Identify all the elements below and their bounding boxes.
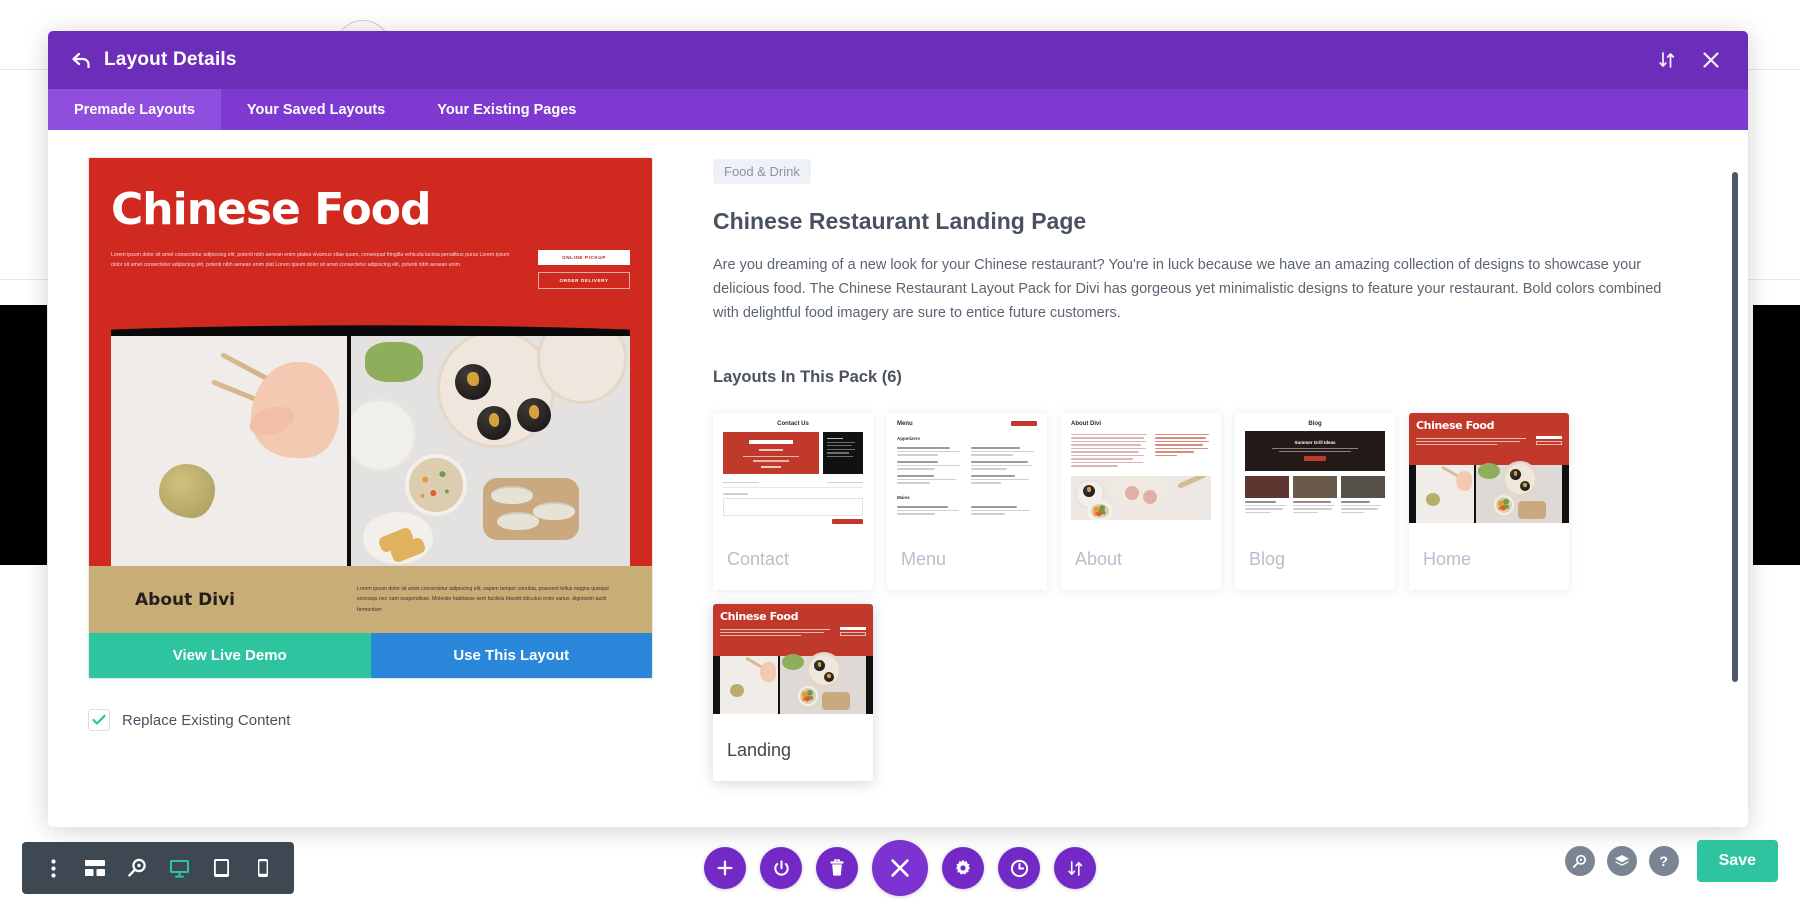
search-icon[interactable]	[1564, 846, 1595, 876]
use-this-layout-button[interactable]: Use This Layout	[370, 633, 652, 679]
preview-hero-title: Chinese Food	[111, 184, 431, 235]
preview-hero-paragraph: Lorem ipsum dolor sit amet consectetur a…	[111, 252, 510, 268]
layout-card-blog[interactable]: Blog Summer Grill Ideas Blog	[1235, 412, 1395, 590]
preview-photo-row	[89, 336, 652, 566]
history-icon[interactable]	[998, 847, 1040, 889]
utility-toolbar: ? Save	[1564, 840, 1778, 882]
thumb-title-landing: Chinese Food	[720, 609, 799, 623]
pack-title: Chinese Restaurant Landing Page	[713, 208, 1087, 234]
background-block-left	[0, 305, 47, 565]
sort-updown-icon[interactable]	[1652, 45, 1682, 75]
category-badge[interactable]: Food & Drink	[713, 159, 811, 184]
back-arrow-icon[interactable]	[70, 49, 92, 71]
more-options-icon[interactable]	[32, 842, 74, 894]
sort-icon[interactable]	[1054, 847, 1096, 889]
thumb-blog-hero-title: Summer Grill Ideas	[1294, 440, 1336, 446]
tab-your-saved-layouts[interactable]: Your Saved Layouts	[221, 89, 411, 130]
layout-preview-column: Chinese Food Lorem ipsum dolor sit amet …	[48, 157, 675, 827]
layout-thumb-landing: Chinese Food	[713, 603, 873, 726]
layout-thumb-blog: Blog Summer Grill Ideas	[1235, 412, 1395, 535]
background-block-right	[1753, 305, 1800, 565]
trash-icon[interactable]	[816, 847, 858, 889]
phone-icon[interactable]	[242, 842, 284, 894]
thumb-title-menu: Menu	[897, 420, 913, 427]
thumb-title-about: About Divi	[1071, 420, 1101, 427]
layout-name-menu: Menu	[901, 548, 947, 569]
preview-hero: Chinese Food Lorem ipsum dolor sit amet …	[89, 158, 652, 336]
replace-existing-content-label: Replace Existing Content	[122, 711, 291, 729]
layout-card-menu[interactable]: Menu Appetizers Mains Menu	[887, 412, 1047, 590]
pack-description: Are you dreaming of a new look for your …	[713, 257, 1662, 321]
preview-about-section: About Divi Lorem ipsum dolor sit amet co…	[89, 566, 652, 634]
layout-card-home[interactable]: Chinese Food Home	[1409, 412, 1569, 590]
preview-action-buttons: View Live Demo Use This Layout	[89, 633, 652, 679]
layout-card-contact[interactable]: Contact Us Contact	[713, 412, 873, 590]
check-icon	[92, 714, 106, 725]
thumb-title-contact: Contact Us	[777, 420, 809, 427]
desktop-icon[interactable]	[158, 842, 200, 894]
preview-brush-stroke	[111, 310, 630, 336]
save-button[interactable]: Save	[1696, 840, 1778, 882]
replace-existing-content-row[interactable]: Replace Existing Content	[88, 709, 653, 732]
layout-thumb-about: About Divi	[1061, 412, 1221, 535]
replace-existing-content-checkbox[interactable]	[88, 709, 110, 732]
layout-thumb-contact: Contact Us	[713, 412, 873, 535]
view-live-demo-button[interactable]: View Live Demo	[89, 633, 371, 679]
layout-details-column: Food & Drink Chinese Restaurant Landing …	[675, 157, 1748, 827]
modal-header: Layout Details	[48, 31, 1748, 89]
help-icon[interactable]: ?	[1648, 846, 1679, 876]
close-icon[interactable]	[872, 840, 928, 896]
thumb-menu-section-1: Appetizers	[897, 435, 921, 441]
preview-about-paragraph: Lorem ipsum dolor sit amet consectetur a…	[357, 586, 610, 613]
layout-card-landing[interactable]: Chinese Food Landing	[713, 603, 873, 781]
close-x-icon[interactable]	[1696, 45, 1726, 75]
layout-thumb-home: Chinese Food	[1409, 412, 1569, 535]
thumb-title-blog: Blog	[1308, 420, 1322, 427]
preview-order-delivery-button[interactable]: ORDER DELIVERY	[538, 272, 630, 289]
modal-title: Layout Details	[104, 49, 237, 70]
preview-photo-table-spread	[351, 336, 630, 566]
zoom-icon[interactable]	[116, 842, 158, 894]
layout-name-contact: Contact	[727, 548, 790, 569]
tab-your-existing-pages[interactable]: Your Existing Pages	[411, 89, 602, 130]
layout-name-about: About	[1075, 548, 1123, 569]
modal-tab-bar: Premade Layouts Your Saved Layouts Your …	[48, 89, 1748, 130]
modal-scrollbar[interactable]	[1732, 172, 1738, 682]
pack-list-heading: Layouts In This Pack (6)	[713, 367, 902, 386]
layout-card-about[interactable]: About Divi About	[1061, 412, 1221, 590]
preview-about-title: About Divi	[135, 589, 235, 610]
layout-name-blog: Blog	[1249, 548, 1286, 569]
wireframe-icon[interactable]	[74, 842, 116, 894]
view-mode-toolbar	[22, 842, 294, 894]
preview-photo-chopsticks	[111, 336, 347, 566]
preview-online-pickup-button[interactable]: ONLINE PICKUP	[538, 250, 630, 265]
thumb-title-home: Chinese Food	[1416, 418, 1495, 432]
layers-icon[interactable]	[1606, 846, 1637, 876]
layout-thumb-menu: Menu Appetizers Mains	[887, 412, 1047, 535]
layout-name-landing: Landing	[727, 739, 792, 760]
layout-details-modal: Layout Details Premade Layouts Your Save…	[48, 31, 1748, 827]
tab-premade-layouts[interactable]: Premade Layouts	[48, 89, 221, 130]
bottom-toolbar-area: ? Save	[0, 826, 1800, 922]
layout-name-home: Home	[1423, 548, 1472, 569]
power-icon[interactable]	[760, 847, 802, 889]
gear-icon[interactable]	[942, 847, 984, 889]
thumb-menu-section-2: Mains	[897, 494, 910, 500]
add-icon[interactable]	[704, 847, 746, 889]
tablet-icon[interactable]	[200, 842, 242, 894]
modal-body: Chinese Food Lorem ipsum dolor sit amet …	[48, 130, 1748, 827]
preview-hero-buttons: ONLINE PICKUP ORDER DELIVERY	[538, 248, 630, 296]
layout-grid: Contact Us Contact Menu Appetizers Mains…	[713, 412, 1688, 781]
layout-preview-card[interactable]: Chinese Food Lorem ipsum dolor sit amet …	[88, 157, 653, 680]
